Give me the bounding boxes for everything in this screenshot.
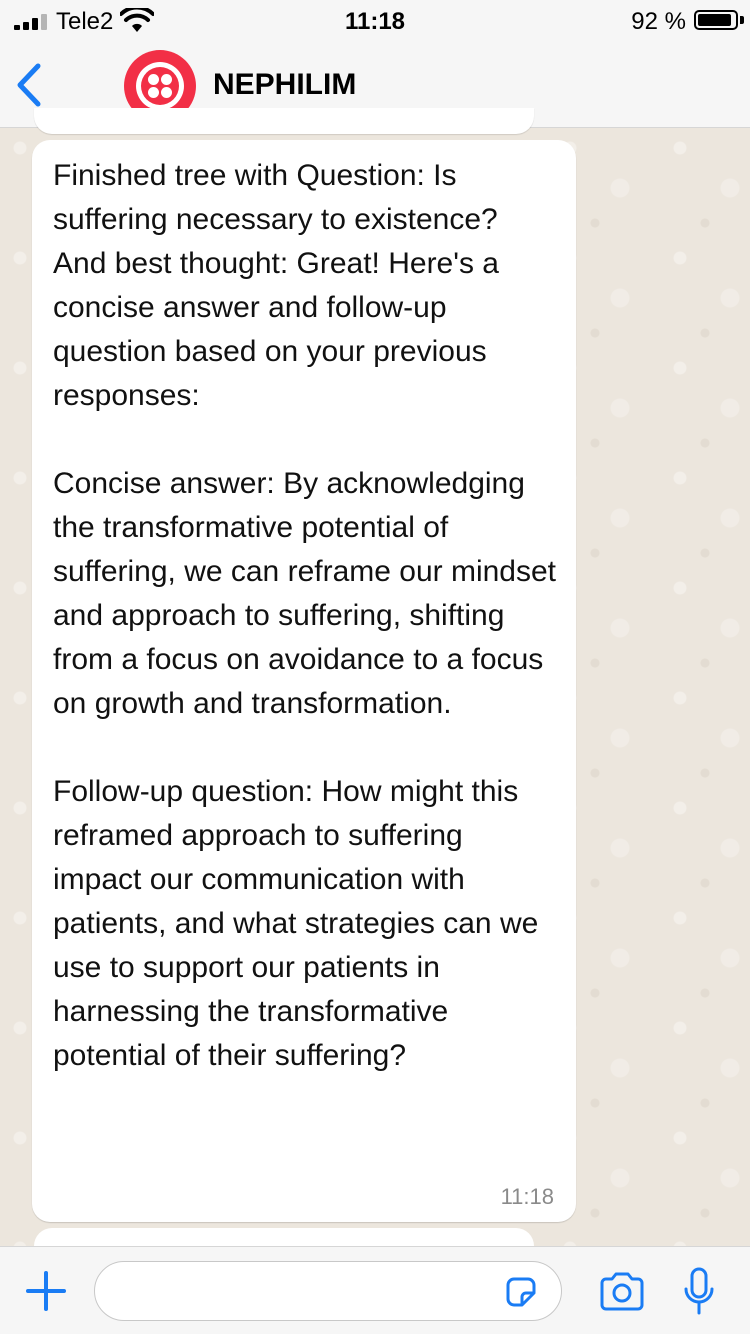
avatar-logo-dot [161, 74, 172, 85]
message-input-bar [0, 1246, 750, 1334]
message-input-container[interactable] [94, 1261, 562, 1321]
contact-name[interactable]: NEPHILIM [213, 68, 356, 102]
avatar-logo-center [141, 67, 179, 105]
sticker-icon[interactable] [504, 1275, 538, 1309]
camera-icon[interactable] [598, 1271, 646, 1311]
battery-level-fill [698, 14, 731, 26]
message-input[interactable] [115, 1276, 499, 1308]
message-text: Finished tree with Question: Is sufferin… [53, 159, 557, 1072]
message-timestamp: 11:18 [500, 1184, 554, 1209]
previous-message-bubble[interactable] [34, 108, 534, 134]
plus-icon[interactable] [24, 1269, 68, 1313]
avatar-logo-dot [148, 87, 159, 98]
status-bar: Tele2 11:18 92 % [0, 0, 750, 42]
message-bubble[interactable]: Finished tree with Question: Is sufferin… [32, 140, 576, 1222]
microphone-icon[interactable] [682, 1267, 716, 1317]
chevron-left-icon[interactable] [14, 62, 46, 108]
avatar-logo-dot [161, 87, 172, 98]
battery-tip [740, 16, 744, 24]
avatar-logo-dot [148, 74, 159, 85]
battery-icon [694, 10, 738, 30]
battery-percentage: 92 % [631, 8, 686, 35]
